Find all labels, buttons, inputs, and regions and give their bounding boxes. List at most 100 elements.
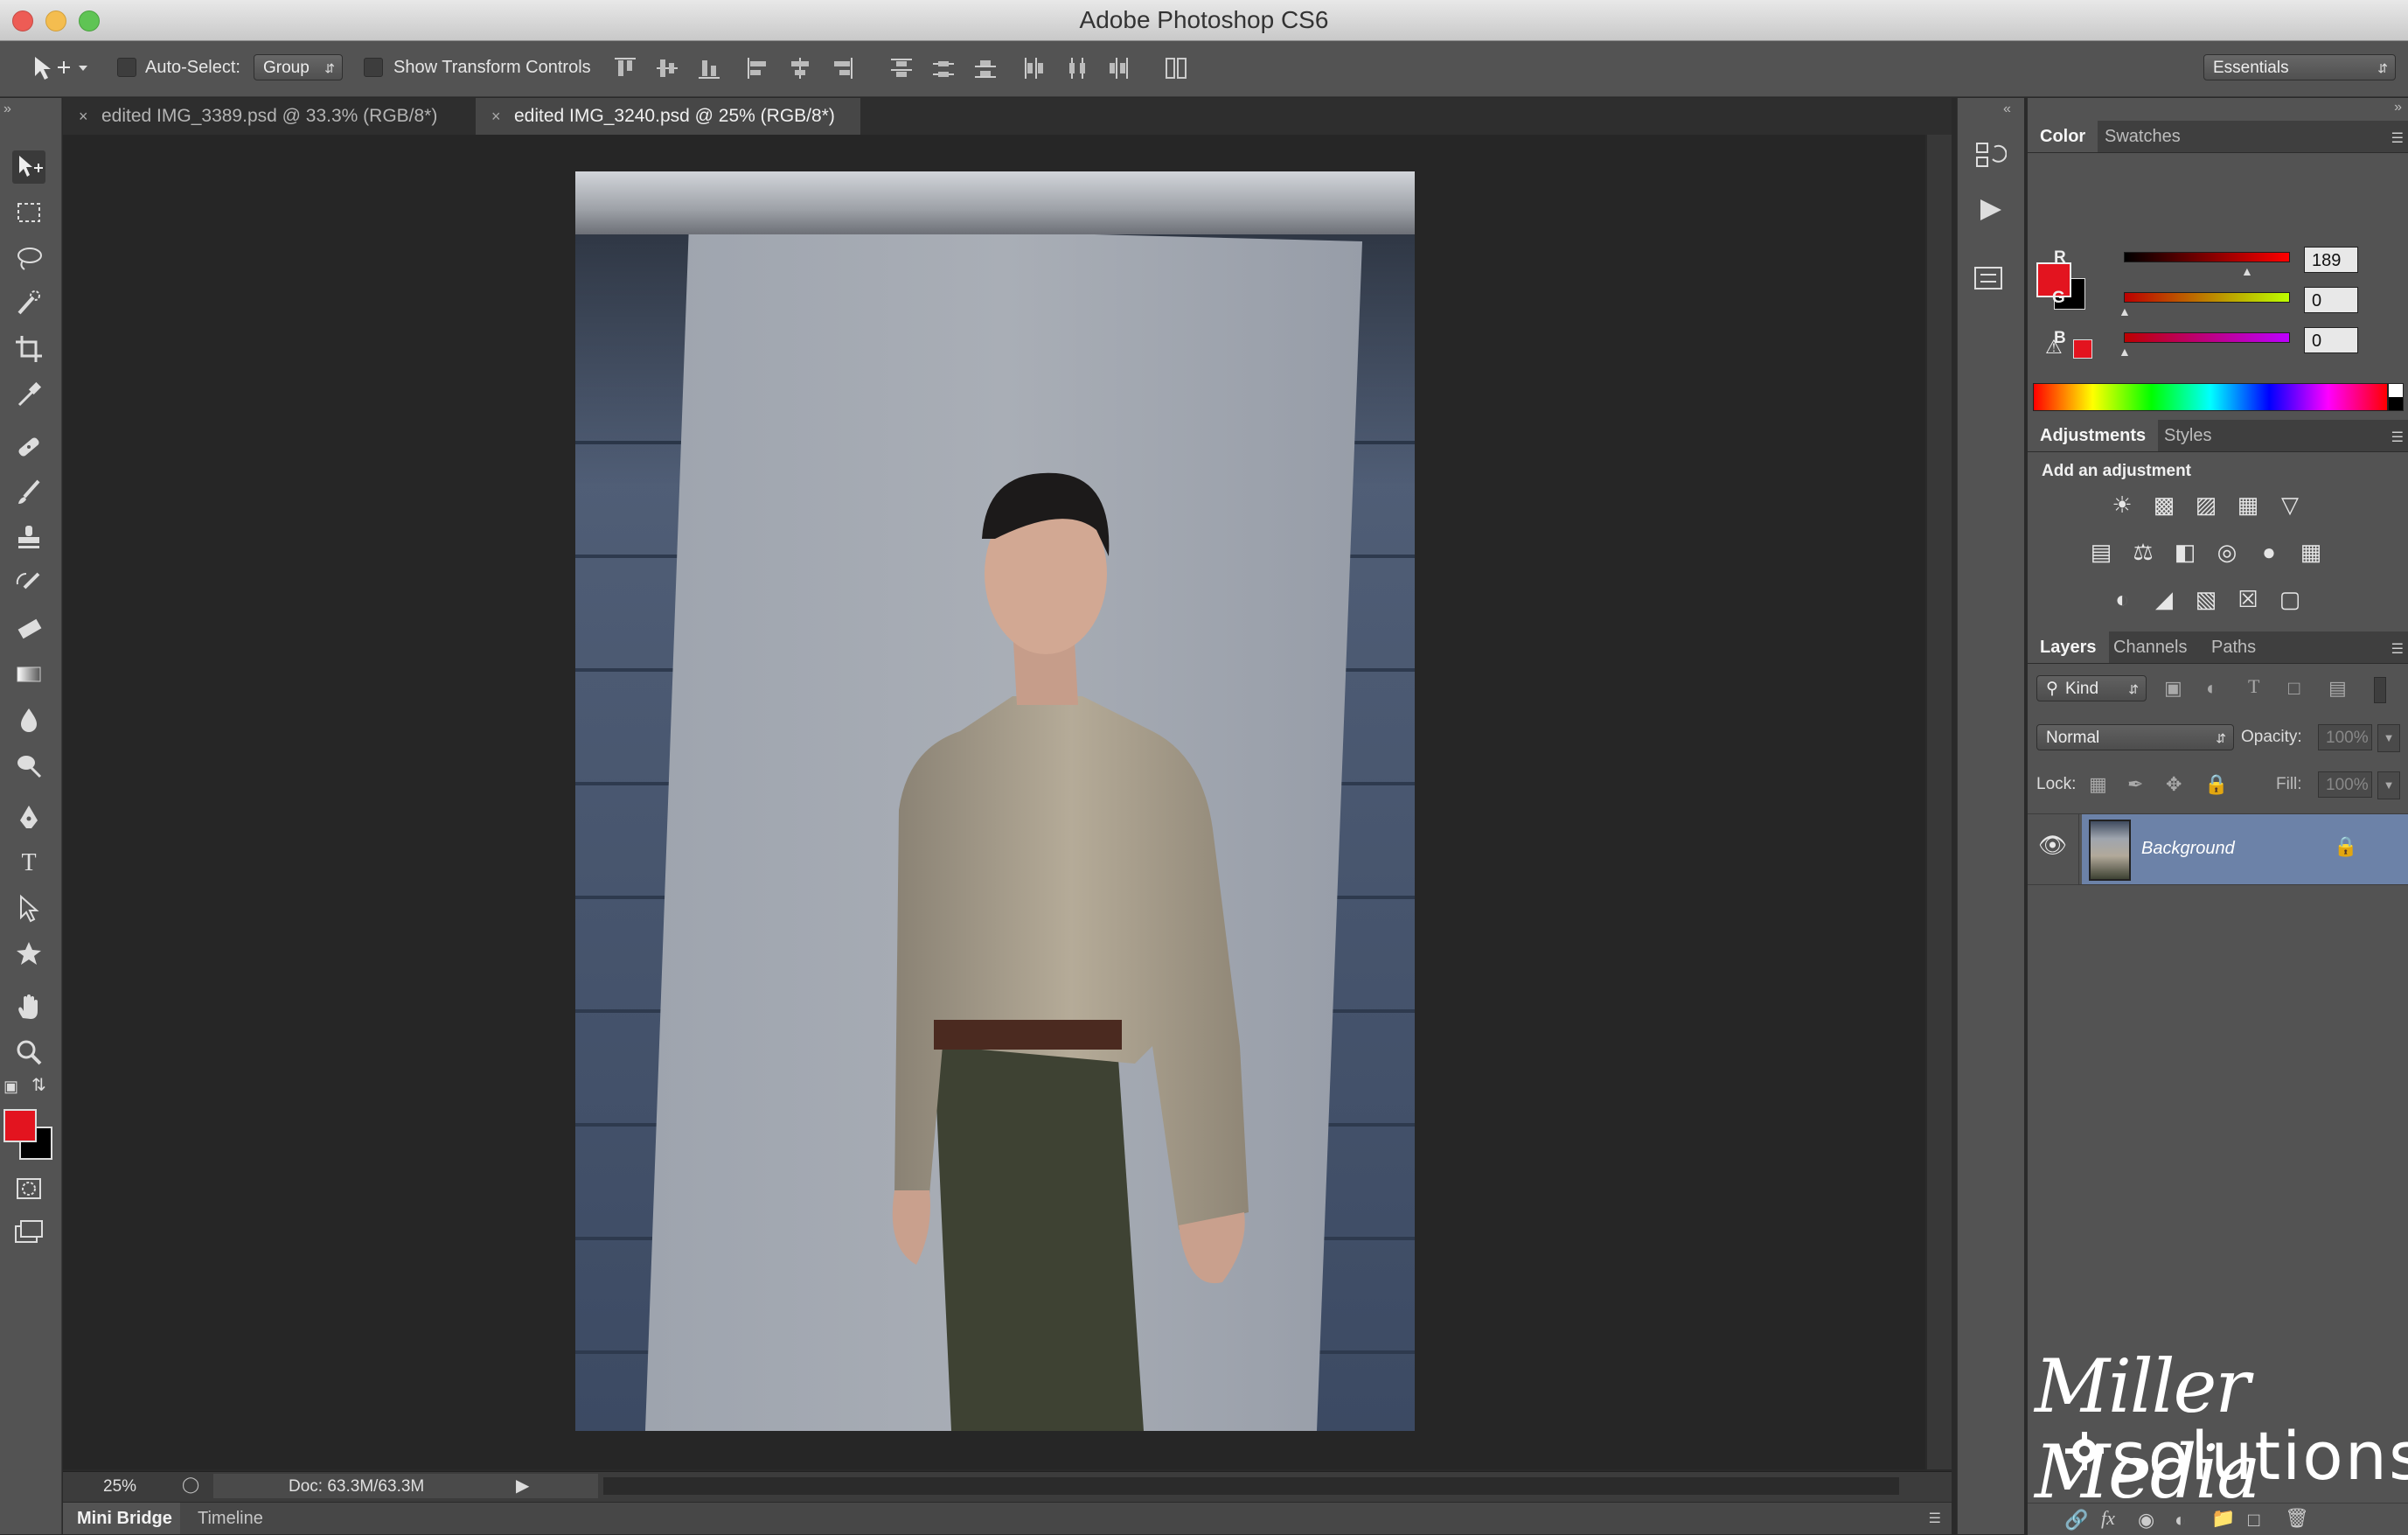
green-value[interactable]: 0 (2304, 287, 2358, 313)
gamut-color-swatch[interactable] (2073, 339, 2092, 359)
delete-layer-icon[interactable]: 🗑 (2285, 1507, 2309, 1530)
filter-smart-object-icon[interactable]: ▤ (2328, 677, 2347, 700)
fill-dropdown-icon[interactable]: ▼ (2377, 771, 2400, 799)
color-balance-icon[interactable]: ⚖ (2127, 539, 2159, 565)
close-tab-icon[interactable]: × (79, 98, 88, 135)
distribute-bottom-edges-icon[interactable] (972, 55, 999, 81)
collapse-toolbar-icon[interactable]: » (3, 101, 11, 117)
exposure-icon[interactable]: ▦ (2232, 492, 2264, 518)
default-colors-icon[interactable]: ▣ (3, 1078, 18, 1096)
show-transform-checkbox[interactable] (364, 58, 383, 77)
invert-icon[interactable]: ◐ (2106, 586, 2138, 612)
tab-color[interactable]: Color (2028, 121, 2098, 152)
lock-transparent-pixels-icon[interactable]: ▦ (2089, 773, 2107, 796)
auto-select-dropdown[interactable]: Group ⇵ (254, 54, 343, 80)
lock-position-icon[interactable]: ✥ (2166, 773, 2182, 796)
gradient-map-icon[interactable]: ▢ (2274, 586, 2306, 612)
properties-panel-icon[interactable] (1973, 264, 2008, 296)
out-of-gamut-warning-icon[interactable]: ⚠ (2045, 336, 2063, 359)
history-brush-tool-icon[interactable] (12, 567, 45, 600)
red-slider-thumb[interactable]: ▲ (2241, 264, 2253, 278)
workspace-dropdown[interactable]: Essentials ⇵ (2203, 54, 2396, 80)
channel-mixer-icon[interactable]: ● (2253, 539, 2285, 565)
move-tool-preset-icon[interactable] (31, 53, 87, 83)
status-info-icon[interactable]: ◯ (182, 1476, 199, 1494)
crop-tool-icon[interactable] (12, 332, 45, 366)
dodge-tool-icon[interactable] (12, 749, 45, 782)
status-menu-arrow-icon[interactable]: ▶ (516, 1475, 529, 1497)
blue-value[interactable]: 0 (2304, 327, 2358, 353)
clone-stamp-tool-icon[interactable] (12, 521, 45, 555)
zoom-tool-icon[interactable] (12, 1036, 45, 1069)
selective-color-icon[interactable]: ☒ (2232, 586, 2264, 612)
brightness-contrast-icon[interactable]: ☀ (2106, 492, 2138, 518)
threshold-icon[interactable]: ▧ (2190, 586, 2222, 612)
hue-saturation-icon[interactable]: ▤ (2085, 539, 2117, 565)
tab-styles[interactable]: Styles (2152, 420, 2224, 451)
align-bottom-edges-icon[interactable] (696, 55, 722, 81)
add-mask-icon[interactable]: ◉ (2138, 1509, 2154, 1532)
distribute-right-edges-icon[interactable] (1105, 55, 1131, 81)
tab-mini-bridge[interactable]: Mini Bridge (63, 1503, 180, 1534)
posterize-icon[interactable]: ◢ (2148, 586, 2180, 612)
foreground-color-swatch[interactable] (3, 1109, 37, 1142)
expand-dock-icon[interactable]: » (2394, 100, 2402, 115)
screen-mode-icon[interactable] (12, 1218, 45, 1251)
vertical-scrollbar[interactable] (1927, 135, 1952, 1469)
levels-icon[interactable]: ▩ (2148, 492, 2180, 518)
path-selection-tool-icon[interactable] (12, 892, 45, 925)
curves-icon[interactable]: ▨ (2190, 492, 2222, 518)
opacity-field[interactable]: 100% (2318, 724, 2372, 750)
document-image[interactable] (575, 171, 1415, 1431)
align-left-edges-icon[interactable] (745, 55, 771, 81)
eraser-tool-icon[interactable] (12, 612, 45, 645)
fill-field[interactable]: 100% (2318, 771, 2372, 798)
filter-adjustment-icon[interactable]: ◐ (2206, 677, 2217, 700)
lasso-tool-icon[interactable] (12, 241, 45, 275)
filter-toggle-switch[interactable] (2374, 677, 2386, 703)
black-white-icon[interactable]: ◧ (2169, 539, 2201, 565)
tab-swatches[interactable]: Swatches (2092, 121, 2193, 152)
tab-adjustments[interactable]: Adjustments (2028, 420, 2159, 451)
pen-tool-icon[interactable] (12, 801, 45, 834)
filter-shape-icon[interactable]: □ (2288, 677, 2300, 700)
collapse-panels-icon[interactable]: « (2003, 101, 2011, 117)
new-layer-icon[interactable]: □ (2248, 1509, 2259, 1532)
eyedropper-tool-icon[interactable] (12, 378, 45, 411)
layer-filter-dropdown[interactable]: ⚲ Kind ⇵ (2036, 675, 2147, 701)
distribute-top-edges-icon[interactable] (888, 55, 915, 81)
photo-filter-icon[interactable]: ◎ (2211, 539, 2243, 565)
lock-image-pixels-icon[interactable]: ✒ (2127, 773, 2143, 796)
auto-select-checkbox[interactable] (117, 58, 136, 77)
layer-row[interactable]: 👁 Background 🔒 (2028, 813, 2408, 885)
gradient-tool-icon[interactable] (12, 658, 45, 691)
filter-type-icon[interactable]: T (2248, 675, 2259, 698)
custom-shape-tool-icon[interactable] (12, 938, 45, 971)
vibrance-icon[interactable]: ▽ (2274, 492, 2306, 518)
layer-name[interactable]: Background (2141, 839, 2235, 859)
new-group-icon[interactable]: 📁 (2211, 1507, 2235, 1530)
green-slider[interactable] (2124, 292, 2290, 303)
color-spectrum-ramp[interactable] (2033, 383, 2388, 411)
blue-slider-thumb[interactable]: ▲ (2119, 345, 2131, 359)
swap-colors-icon[interactable]: ⇅ (31, 1074, 46, 1096)
distribute-left-edges-icon[interactable] (1021, 55, 1047, 81)
panel-menu-icon[interactable]: ☰ (2391, 429, 2404, 446)
align-right-edges-icon[interactable] (829, 55, 855, 81)
rectangular-marquee-tool-icon[interactable] (12, 196, 45, 229)
tab-paths[interactable]: Paths (2199, 631, 2268, 663)
lock-all-icon[interactable]: 🔒 (2204, 773, 2228, 796)
green-slider-thumb[interactable]: ▲ (2119, 304, 2131, 318)
red-slider[interactable] (2124, 252, 2290, 262)
move-tool-icon[interactable] (12, 150, 45, 184)
brush-tool-icon[interactable] (12, 476, 45, 509)
new-adjustment-layer-icon[interactable]: ◐ (2175, 1509, 2186, 1532)
color-lookup-icon[interactable]: ▦ (2295, 539, 2327, 565)
close-tab-icon[interactable]: × (491, 98, 501, 135)
red-value[interactable]: 189 (2304, 247, 2358, 273)
quick-selection-tool-icon[interactable] (12, 287, 45, 320)
quick-mask-icon[interactable] (12, 1172, 45, 1205)
visibility-eye-icon[interactable]: 👁 (2038, 832, 2067, 859)
zoom-level[interactable]: 25% (103, 1477, 136, 1497)
panel-menu-icon[interactable]: ☰ (2391, 129, 2404, 147)
